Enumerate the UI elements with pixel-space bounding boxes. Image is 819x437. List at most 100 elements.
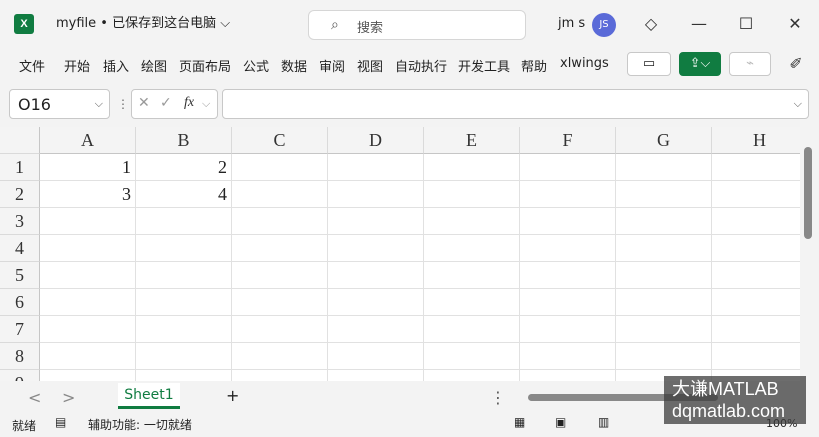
- tab-view[interactable]: 视图: [357, 56, 383, 75]
- cell[interactable]: [520, 262, 616, 289]
- column-header[interactable]: D: [328, 127, 424, 154]
- close-button[interactable]: ✕: [783, 12, 807, 36]
- activity-button[interactable]: ⌁: [729, 52, 771, 76]
- cell[interactable]: [40, 370, 136, 381]
- cell[interactable]: [232, 289, 328, 316]
- cell[interactable]: [136, 289, 232, 316]
- chevron-down-icon[interactable]: ⌵: [95, 97, 103, 111]
- select-all-corner[interactable]: [0, 127, 40, 154]
- cell[interactable]: [136, 208, 232, 235]
- row-header[interactable]: 6: [0, 289, 40, 316]
- cell[interactable]: [328, 208, 424, 235]
- cell-A2[interactable]: 3: [40, 181, 136, 208]
- next-sheet-icon[interactable]: >: [62, 388, 75, 407]
- column-header[interactable]: A: [40, 127, 136, 154]
- cell[interactable]: [232, 343, 328, 370]
- cell[interactable]: [40, 289, 136, 316]
- minimize-button[interactable]: —: [687, 12, 711, 36]
- cell[interactable]: [136, 316, 232, 343]
- tab-formulas[interactable]: 公式: [243, 56, 269, 75]
- maximize-button[interactable]: ☐: [734, 12, 758, 36]
- cell[interactable]: [520, 181, 616, 208]
- name-box[interactable]: O16 ⌵: [9, 89, 110, 119]
- column-header[interactable]: E: [424, 127, 520, 154]
- cell[interactable]: [232, 370, 328, 381]
- vertical-scrollbar[interactable]: [800, 127, 819, 381]
- comment-button[interactable]: ▭: [627, 52, 671, 76]
- tab-page-layout[interactable]: 页面布局: [179, 56, 231, 75]
- cell[interactable]: [328, 370, 424, 381]
- cell[interactable]: [520, 289, 616, 316]
- column-header[interactable]: C: [232, 127, 328, 154]
- cell[interactable]: [232, 262, 328, 289]
- add-sheet-button[interactable]: +: [226, 386, 239, 405]
- column-header[interactable]: G: [616, 127, 712, 154]
- cell[interactable]: [520, 208, 616, 235]
- cell[interactable]: [520, 370, 616, 381]
- cell[interactable]: [136, 343, 232, 370]
- cell[interactable]: [424, 208, 520, 235]
- cell[interactable]: [40, 316, 136, 343]
- cell[interactable]: [712, 343, 800, 370]
- cell[interactable]: [520, 316, 616, 343]
- tab-xlwings[interactable]: xlwings: [560, 56, 609, 71]
- cell[interactable]: [712, 181, 800, 208]
- cell[interactable]: [424, 343, 520, 370]
- cell[interactable]: [328, 343, 424, 370]
- column-header[interactable]: B: [136, 127, 232, 154]
- row-header[interactable]: 1: [0, 154, 40, 181]
- cell[interactable]: [232, 181, 328, 208]
- cell[interactable]: [520, 343, 616, 370]
- cell[interactable]: [232, 208, 328, 235]
- cell[interactable]: [328, 235, 424, 262]
- row-header[interactable]: 7: [0, 316, 40, 343]
- insert-function-icon[interactable]: fx: [184, 95, 194, 111]
- column-header[interactable]: F: [520, 127, 616, 154]
- file-name[interactable]: myfile • 已保存到这台电脑 ⌵: [56, 16, 230, 32]
- tab-draw[interactable]: 绘图: [141, 56, 167, 75]
- row-header[interactable]: 8: [0, 343, 40, 370]
- cell[interactable]: [712, 316, 800, 343]
- formula-bar[interactable]: ⌵: [222, 89, 809, 119]
- cell[interactable]: [616, 208, 712, 235]
- cell[interactable]: [328, 262, 424, 289]
- user-name[interactable]: jm s: [558, 16, 585, 31]
- row-header[interactable]: 2: [0, 181, 40, 208]
- cell[interactable]: [520, 154, 616, 181]
- normal-view-icon[interactable]: ▦: [514, 415, 525, 429]
- tab-help[interactable]: 帮助: [521, 56, 547, 75]
- cell[interactable]: [616, 235, 712, 262]
- cell[interactable]: [232, 154, 328, 181]
- cell[interactable]: [424, 289, 520, 316]
- enter-icon[interactable]: ✓: [160, 95, 172, 111]
- cell[interactable]: [40, 262, 136, 289]
- cell[interactable]: [712, 154, 800, 181]
- cell[interactable]: [424, 154, 520, 181]
- cell-mode-icon[interactable]: ▤: [55, 415, 66, 429]
- search-box[interactable]: ⌕ 搜索: [308, 10, 526, 40]
- cell[interactable]: [232, 235, 328, 262]
- cell[interactable]: [616, 262, 712, 289]
- cell[interactable]: [136, 262, 232, 289]
- tab-review[interactable]: 审阅: [319, 56, 345, 75]
- page-break-icon[interactable]: ▥: [598, 415, 609, 429]
- cell[interactable]: [712, 208, 800, 235]
- cell-B2[interactable]: 4: [136, 181, 232, 208]
- cell[interactable]: [40, 343, 136, 370]
- cell[interactable]: [424, 316, 520, 343]
- cell[interactable]: [328, 289, 424, 316]
- cell[interactable]: [616, 181, 712, 208]
- cell[interactable]: [328, 181, 424, 208]
- cell[interactable]: [712, 235, 800, 262]
- copilot-icon[interactable]: ✐: [784, 52, 808, 76]
- tab-home[interactable]: 开始: [64, 56, 90, 75]
- more-icon[interactable]: ⋮: [490, 388, 506, 407]
- cell[interactable]: [712, 262, 800, 289]
- avatar[interactable]: JS: [592, 13, 616, 37]
- cell[interactable]: [616, 316, 712, 343]
- column-header[interactable]: H: [712, 127, 800, 154]
- chevron-down-icon[interactable]: ⌵: [202, 97, 210, 111]
- tab-insert[interactable]: 插入: [103, 56, 129, 75]
- row-header[interactable]: 9: [0, 370, 40, 381]
- cell[interactable]: [424, 181, 520, 208]
